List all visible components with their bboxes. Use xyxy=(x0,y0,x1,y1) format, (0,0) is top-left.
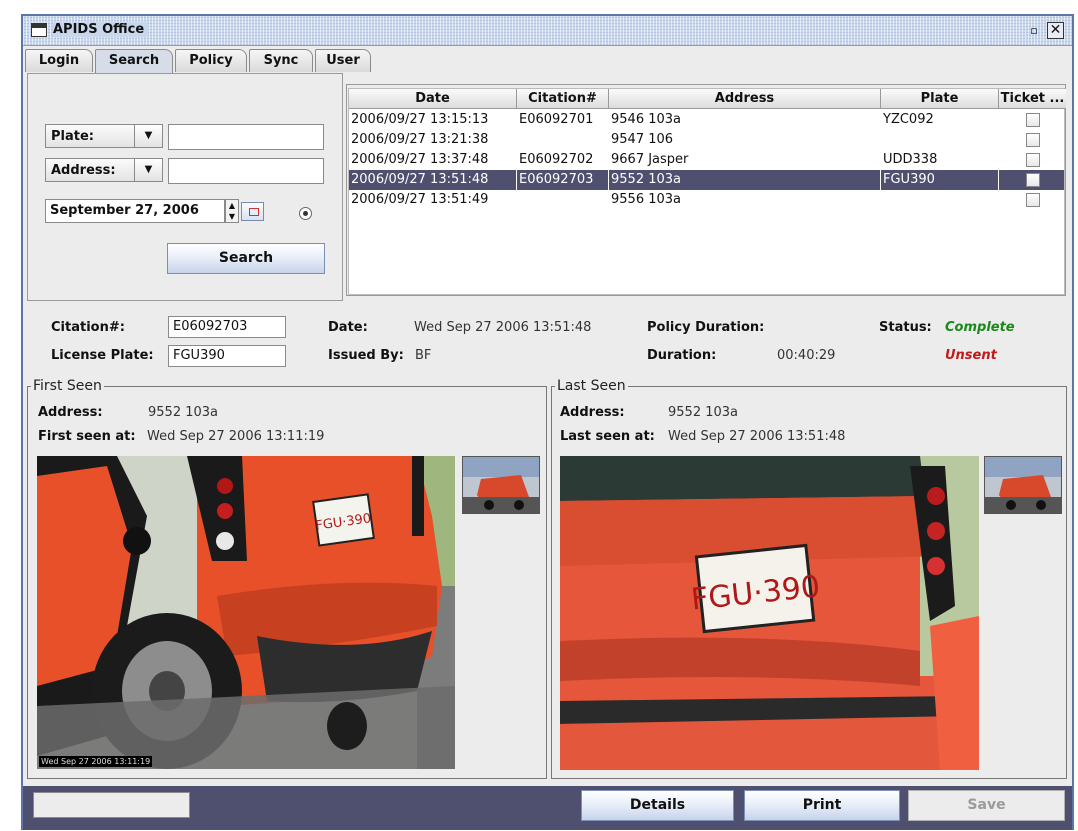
citation-label: Citation#: xyxy=(51,320,125,335)
address-filter-combo[interactable]: Address: ▼ xyxy=(45,158,163,182)
window-title: APIDS Office xyxy=(53,22,149,37)
results-table: Date Citation# Address Plate Ticket ... … xyxy=(348,88,1066,295)
table-row[interactable]: 2006/09/27 13:21:38 9547 106 xyxy=(349,130,1064,150)
save-button[interactable]: Save xyxy=(908,790,1065,821)
last-seen-time-value: Wed Sep 27 2006 13:51:48 xyxy=(668,429,846,444)
cell-plate: YZC092 xyxy=(883,112,934,127)
calendar-icon[interactable] xyxy=(241,202,264,221)
address-filter-label: Address: xyxy=(51,163,116,178)
send-status-value: Unsent xyxy=(945,348,997,363)
address-input[interactable] xyxy=(168,158,324,184)
last-seen-photo[interactable]: FGU·390 xyxy=(560,456,979,770)
table-row-selected[interactable]: 2006/09/27 13:51:48 E06092703 9552 103a … xyxy=(349,170,1064,190)
first-seen-legend: First Seen xyxy=(31,378,104,394)
cell-plate: UDD338 xyxy=(883,152,938,167)
date-radio-button[interactable] xyxy=(299,207,312,220)
search-button[interactable]: Search xyxy=(167,243,325,274)
column-header-plate[interactable]: Plate xyxy=(881,89,999,109)
cell-plate: FGU390 xyxy=(881,170,999,190)
last-seen-legend: Last Seen xyxy=(555,378,628,394)
citation-field[interactable]: E06092703 xyxy=(168,316,286,338)
ticket-checkbox[interactable] xyxy=(1026,133,1040,147)
first-seen-thumbnail[interactable] xyxy=(462,456,540,514)
cell-address: 9546 103a xyxy=(611,112,681,127)
last-seen-thumbnail[interactable] xyxy=(984,456,1062,514)
plate-filter-label: Plate: xyxy=(51,129,94,144)
last-seen-address-label: Address: xyxy=(560,405,625,420)
first-seen-photo[interactable]: FGU·390 Wed Sep 27 2006 13:11:19 xyxy=(37,456,455,769)
date-input[interactable]: September 27, 2006 xyxy=(45,199,225,223)
duration-value: 00:40:29 xyxy=(777,348,836,363)
license-plate-field[interactable]: FGU390 xyxy=(168,345,286,367)
first-seen-photo-timestamp: Wed Sep 27 2006 13:11:19 xyxy=(39,756,153,767)
plate-input[interactable] xyxy=(168,124,324,150)
license-plate-label: License Plate: xyxy=(51,348,154,363)
cell-citation: E06092701 xyxy=(519,112,594,127)
column-header-address[interactable]: Address xyxy=(609,89,881,109)
cell-date: 2006/09/27 13:15:13 xyxy=(351,112,489,127)
policy-duration-label: Policy Duration: xyxy=(647,320,765,335)
table-row[interactable]: 2006/09/27 13:37:48 E06092702 9667 Jaspe… xyxy=(349,150,1064,170)
last-seen-address-value: 9552 103a xyxy=(668,405,738,420)
window-icon xyxy=(31,23,47,37)
first-seen-time-label: First seen at: xyxy=(38,429,136,444)
cell-address: 9667 Jasper xyxy=(611,152,689,167)
last-seen-panel: Last Seen Address: 9552 103a Last seen a… xyxy=(551,378,1067,779)
cell-citation xyxy=(517,190,609,210)
issued-by-label: Issued By: xyxy=(328,348,404,363)
status-label: Status: xyxy=(879,320,932,335)
date-label: Date: xyxy=(328,320,368,335)
column-header-citation[interactable]: Citation# xyxy=(517,89,609,109)
ticket-checkbox[interactable] xyxy=(1026,153,1040,167)
status-text-field xyxy=(33,792,190,818)
cell-address: 9552 103a xyxy=(609,170,881,190)
tab-login[interactable]: Login xyxy=(25,49,93,72)
cell-date: 2006/09/27 13:21:38 xyxy=(351,132,489,147)
table-row[interactable]: 2006/09/27 13:15:13 E06092701 9546 103a … xyxy=(349,110,1064,130)
duration-label: Duration: xyxy=(647,348,717,363)
cell-date: 2006/09/27 13:51:48 xyxy=(349,170,517,190)
first-seen-address-value: 9552 103a xyxy=(148,405,218,420)
cell-date: 2006/09/27 13:51:49 xyxy=(351,192,489,207)
ticket-checkbox[interactable] xyxy=(1026,193,1040,207)
restore-icon[interactable]: ▫ xyxy=(1026,23,1042,38)
search-panel: Plate: ▼ Address: ▼ September 27, 2006 ▲… xyxy=(27,73,343,301)
citation-details: Citation#: E06092703 License Plate: FGU3… xyxy=(23,308,1072,368)
tab-sync[interactable]: Sync xyxy=(249,49,313,72)
tab-policy[interactable]: Policy xyxy=(175,49,247,72)
chevron-down-icon[interactable]: ▼ xyxy=(134,125,162,147)
plate-filter-combo[interactable]: Plate: ▼ xyxy=(45,124,163,148)
issued-by-value: BF xyxy=(415,348,432,363)
date-spinner[interactable]: ▲ ▼ xyxy=(225,199,239,223)
tab-user[interactable]: User xyxy=(315,49,371,72)
column-header-date[interactable]: Date xyxy=(349,89,517,109)
cell-citation: E06092703 xyxy=(517,170,609,190)
cell-citation xyxy=(517,130,609,150)
ticket-checkbox[interactable] xyxy=(1026,113,1040,127)
column-header-ticket[interactable]: Ticket ... xyxy=(999,89,1066,109)
details-button[interactable]: Details xyxy=(581,790,734,821)
tab-search[interactable]: Search xyxy=(95,49,173,73)
cell-plate xyxy=(881,190,999,210)
cell-citation: E06092702 xyxy=(519,152,594,167)
cell-address: 9547 106 xyxy=(611,132,674,147)
date-value: Wed Sep 27 2006 13:51:48 xyxy=(414,320,592,335)
tab-bar: Login Search Policy Sync User xyxy=(23,49,1072,73)
cell-date: 2006/09/27 13:37:48 xyxy=(351,152,489,167)
table-row[interactable]: 2006/09/27 13:51:49 9556 103a xyxy=(349,190,1064,210)
title-bar[interactable]: APIDS Office ▫ ✕ xyxy=(23,16,1072,46)
first-seen-panel: First Seen Address: 9552 103a First seen… xyxy=(27,378,547,779)
cell-plate xyxy=(881,130,999,150)
bottom-toolbar: Details Print Save xyxy=(23,786,1072,830)
ticket-checkbox[interactable] xyxy=(1026,173,1040,187)
status-value: Complete xyxy=(945,320,1015,335)
cell-address: 9556 103a xyxy=(611,192,681,207)
chevron-down-icon[interactable]: ▼ xyxy=(134,159,162,181)
first-seen-address-label: Address: xyxy=(38,405,103,420)
close-icon[interactable]: ✕ xyxy=(1047,22,1064,39)
app-window: APIDS Office ▫ ✕ Login Search Policy Syn… xyxy=(21,14,1074,830)
last-seen-time-label: Last seen at: xyxy=(560,429,655,444)
first-seen-time-value: Wed Sep 27 2006 13:11:19 xyxy=(147,429,325,444)
print-button[interactable]: Print xyxy=(744,790,900,821)
